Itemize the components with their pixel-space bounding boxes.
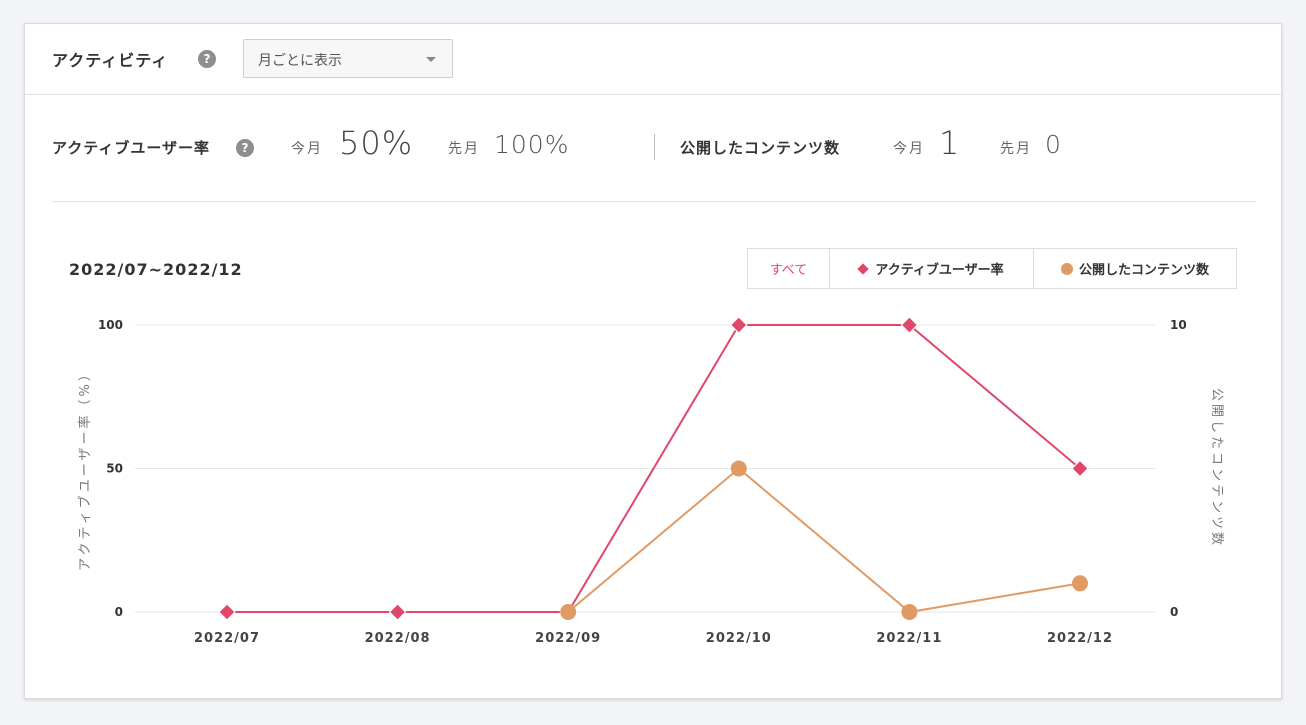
y2-tick-label: 10 bbox=[1170, 318, 1187, 332]
y2-axis-title: 公開したコンテンツ数 bbox=[1209, 388, 1224, 548]
x-tick-label: 2022/07 bbox=[194, 631, 260, 646]
data-point-circle bbox=[1072, 575, 1088, 592]
data-point-circle bbox=[730, 460, 747, 477]
x-tick-label: 2022/10 bbox=[706, 631, 772, 646]
x-tick-label: 2022/11 bbox=[876, 631, 942, 646]
x-tick-label: 2022/09 bbox=[535, 631, 601, 646]
y2-tick-label: 0 bbox=[1170, 605, 1178, 619]
activity-card: アクティビティ ? 月ごとに表示 アクティブユーザー率 ? 今月 50% 先月 … bbox=[24, 23, 1282, 699]
activity-chart: 0 50 100 0 10 2022/07 2022/08 2022/09 2022/10 202… bbox=[77, 316, 1224, 646]
x-tick-label: 2022/08 bbox=[365, 631, 431, 646]
y-axis-title: アクティブユーザー率（%） bbox=[77, 365, 93, 571]
data-point-circle bbox=[560, 604, 577, 620]
y-tick-label: 50 bbox=[106, 462, 123, 476]
y-tick-label: 0 bbox=[115, 605, 123, 619]
data-point-diamond bbox=[388, 603, 407, 621]
data-point-diamond bbox=[730, 316, 748, 334]
series-line bbox=[567, 467, 1081, 614]
x-tick-label: 2022/12 bbox=[1047, 631, 1113, 646]
y-tick-label: 100 bbox=[98, 318, 123, 332]
data-point-diamond bbox=[218, 603, 236, 621]
data-point-circle bbox=[901, 604, 918, 620]
